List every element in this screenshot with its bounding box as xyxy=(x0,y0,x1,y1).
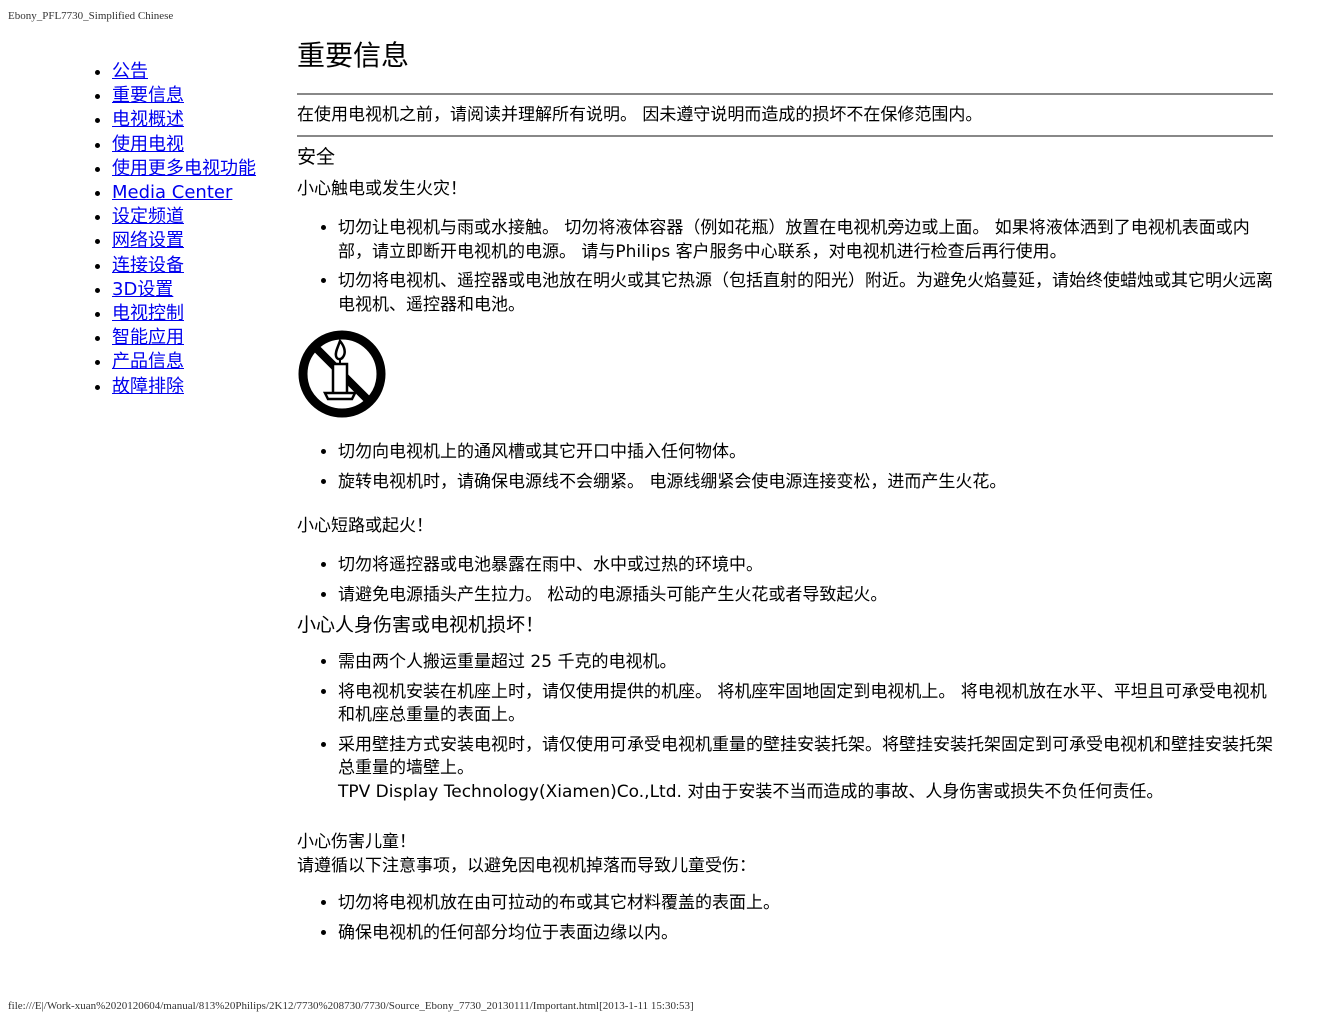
fire-heading: 小心触电或发生火灾！ xyxy=(297,179,467,199)
nav-item: 使用更多电视功能 xyxy=(112,157,256,181)
divider-top xyxy=(297,93,1273,95)
children-intro: 请遵循以下注意事项，以避免因电视机掉落而导致儿童受伤： xyxy=(297,856,756,876)
short-circuit-heading: 小心短路或起火！ xyxy=(297,516,433,536)
list-item: 确保电视机的任何部分均位于表面边缘以内。 xyxy=(338,922,1273,946)
list-item: 旋转电视机时，请确保电源线不会绷紧。 电源线绷紧会使电源连接变松，进而产生火花。 xyxy=(338,471,1273,495)
no-candle-icon xyxy=(297,329,387,419)
nav-link-network-setup[interactable]: 网络设置 xyxy=(112,230,184,251)
list-item: 切勿将电视机放在由可拉动的布或其它材料覆盖的表面上。 xyxy=(338,892,1273,916)
nav-link-more-features[interactable]: 使用更多电视功能 xyxy=(112,158,256,179)
nav-link-channel-setup[interactable]: 设定频道 xyxy=(112,206,184,227)
injury-heading: 小心人身伤害或电视机损坏！ xyxy=(297,614,545,636)
nav-item: 3D设置 xyxy=(112,278,256,302)
nav-link-3d-setup[interactable]: 3D设置 xyxy=(112,279,173,300)
list-item: 采用壁挂方式安装电视时，请仅使用可承受电视机重量的壁挂安装托架。将壁挂安装托架固… xyxy=(338,734,1273,805)
nav-item: 故障排除 xyxy=(112,375,256,399)
safety-heading: 安全 xyxy=(297,146,336,168)
list-item: 需由两个人搬运重量超过 25 千克的电视机。 xyxy=(338,651,1273,675)
list-item: 切勿将电视机、遥控器或电池放在明火或其它热源（包括直射的阳光）附近。为避免火焰蔓… xyxy=(338,270,1273,317)
disclaimer-text: TPV Display Technology(Xiamen)Co.,Ltd. 对… xyxy=(338,781,1164,802)
nav-link-tv-control[interactable]: 电视控制 xyxy=(112,303,184,324)
nav-item: Media Center xyxy=(112,181,256,205)
nav-item: 电视控制 xyxy=(112,302,256,326)
main-content: 重要信息 在使用电视机之前，请阅读并理解所有说明。 因未遵守说明而造成的损坏不在… xyxy=(297,38,1273,951)
nav-item: 智能应用 xyxy=(112,326,256,350)
nav-item: 网络设置 xyxy=(112,229,256,253)
nav-item: 产品信息 xyxy=(112,350,256,374)
nav-item: 重要信息 xyxy=(112,84,256,108)
footer-file-path: file:///E|/Work-xuan%2020120604/manual/8… xyxy=(8,1000,694,1012)
nav-link-smart-apps[interactable]: 智能应用 xyxy=(112,327,184,348)
nav-link-announcement[interactable]: 公告 xyxy=(112,61,148,82)
intro-text: 在使用电视机之前，请阅读并理解所有说明。 因未遵守说明而造成的损坏不在保修范围内… xyxy=(297,105,983,125)
divider-bottom xyxy=(297,135,1273,137)
short-circuit-list: 切勿将遥控器或电池暴露在雨中、水中或过热的环境中。 请避免电源插头产生拉力。 松… xyxy=(297,554,1273,607)
children-list: 切勿将电视机放在由可拉动的布或其它材料覆盖的表面上。 确保电视机的任何部分均位于… xyxy=(297,892,1273,945)
page-title: 重要信息 xyxy=(297,39,410,72)
list-item-text: 采用壁挂方式安装电视时，请仅使用可承受电视机重量的壁挂安装托架。将壁挂安装托架固… xyxy=(338,734,1273,779)
list-item: 将电视机安装在机座上时，请仅使用提供的机座。 将机座牢固地固定到电视机上。 将电… xyxy=(338,681,1273,728)
document-header-title: Ebony_PFL7730_Simplified Chinese xyxy=(8,10,174,22)
side-navigation: 公告 重要信息 电视概述 使用电视 使用更多电视功能 Media Center … xyxy=(90,60,256,399)
fire-list-b: 切勿向电视机上的通风槽或其它开口中插入任何物体。 旋转电视机时，请确保电源线不会… xyxy=(297,441,1273,494)
list-item: 切勿向电视机上的通风槽或其它开口中插入任何物体。 xyxy=(338,441,1273,465)
nav-link-media-center[interactable]: Media Center xyxy=(112,182,232,203)
fire-list-a: 切勿让电视机与雨或水接触。 切勿将液体容器（例如花瓶）放置在电视机旁边或上面。 … xyxy=(297,217,1273,317)
injury-list: 需由两个人搬运重量超过 25 千克的电视机。 将电视机安装在机座上时，请仅使用提… xyxy=(297,651,1273,804)
nav-link-important-info[interactable]: 重要信息 xyxy=(112,85,184,106)
nav-item: 连接设备 xyxy=(112,254,256,278)
nav-link-tv-overview[interactable]: 电视概述 xyxy=(112,109,184,130)
children-heading: 小心伤害儿童！ xyxy=(297,832,416,852)
nav-link-use-tv[interactable]: 使用电视 xyxy=(112,134,184,155)
nav-link-troubleshooting[interactable]: 故障排除 xyxy=(112,376,184,397)
nav-item: 公告 xyxy=(112,60,256,84)
list-item: 切勿让电视机与雨或水接触。 切勿将液体容器（例如花瓶）放置在电视机旁边或上面。 … xyxy=(338,217,1273,264)
nav-item: 设定频道 xyxy=(112,205,256,229)
nav-item: 电视概述 xyxy=(112,108,256,132)
list-item: 切勿将遥控器或电池暴露在雨中、水中或过热的环境中。 xyxy=(338,554,1273,578)
list-item: 请避免电源插头产生拉力。 松动的电源插头可能产生火花或者导致起火。 xyxy=(338,584,1273,608)
nav-item: 使用电视 xyxy=(112,133,256,157)
nav-link-connect-devices[interactable]: 连接设备 xyxy=(112,255,184,276)
nav-link-product-info[interactable]: 产品信息 xyxy=(112,351,184,372)
